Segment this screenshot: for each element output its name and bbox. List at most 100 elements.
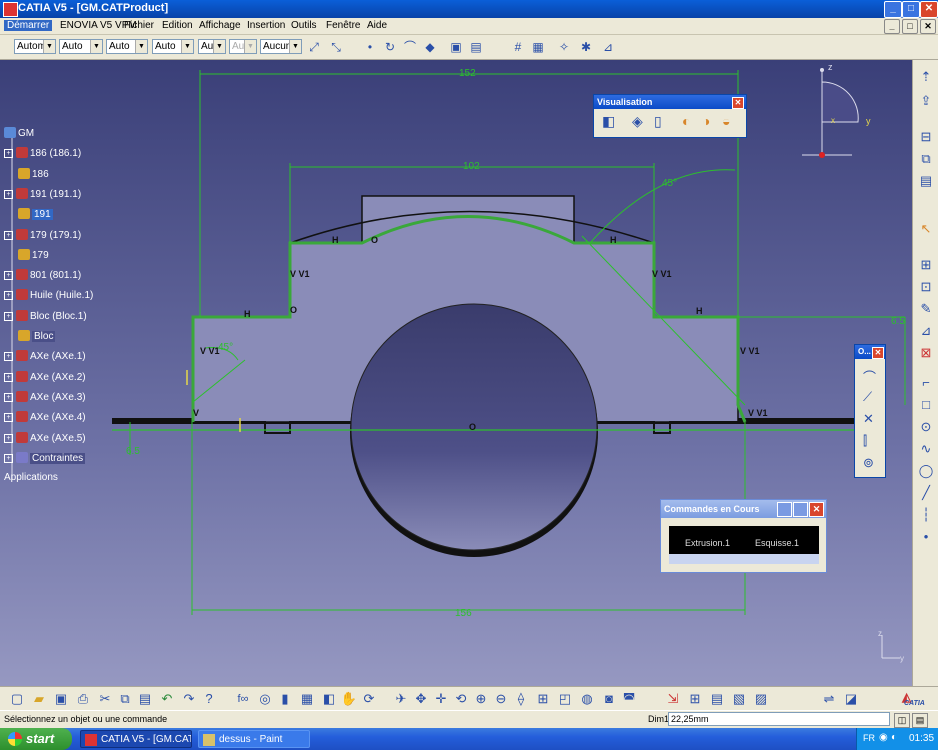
transparency-combo[interactable]: Auto ▼ [59, 39, 103, 54]
cut-icon[interactable]: ✂ [96, 690, 114, 708]
render-edges-icon[interactable]: ◑ [702, 113, 710, 129]
copy-icon[interactable]: ⧉ [116, 690, 134, 708]
tree-node[interactable]: + Bloc (Bloc.1) [4, 309, 87, 324]
expand-icon[interactable]: + [4, 433, 13, 443]
close-icon[interactable]: ✕ [732, 97, 744, 109]
rotate-view-icon[interactable]: ⟲ [452, 690, 470, 708]
3d-viewport[interactable]: 152 102 45° 45° 6.5 6.5 156 H H H H O O … [0, 60, 912, 710]
measure-icon[interactable]: ⇲ [664, 690, 682, 708]
menu-edition[interactable]: Edition [162, 20, 193, 31]
hide-show-icon[interactable]: ◙ [600, 690, 618, 708]
tree-node[interactable]: + Contraintes [4, 451, 86, 466]
command-item-extrusion[interactable]: Extrusion.1 [685, 538, 730, 548]
menu-insertion[interactable]: Insertion [247, 20, 285, 31]
expand-icon[interactable]: + [4, 453, 13, 463]
open-folder-icon[interactable]: ▰ [30, 690, 48, 708]
spline-curve-icon[interactable]: ∿ [917, 440, 935, 458]
tree-node[interactable]: +179 (179.1) [4, 228, 81, 243]
maximize-window-button[interactable]: □ [902, 1, 920, 18]
trim-icon[interactable]: ✕ [863, 411, 874, 427]
formula-icon[interactable]: f∞ [234, 690, 252, 708]
chamfer-icon[interactable]: ⟋ [863, 389, 872, 405]
menu-demarrer[interactable]: Démarrer [4, 20, 53, 31]
tool-icon[interactable]: ▮ [276, 690, 294, 708]
profile-icon[interactable]: ⊟ [917, 128, 935, 146]
point-icon[interactable]: • [362, 39, 378, 55]
select-arrow-icon[interactable]: ↖ [917, 220, 935, 238]
render-shading-icon[interactable]: ◐ [682, 113, 690, 129]
volume-icon[interactable]: ◐ [891, 732, 897, 743]
help-icon[interactable]: ? [200, 690, 218, 708]
tree-node[interactable]: +801 (801.1) [4, 269, 81, 283]
expand-icon[interactable]: + [4, 413, 13, 423]
tree-node[interactable]: + AXe (AXe.2) [4, 370, 86, 385]
view-mode-icon[interactable]: ◈ [632, 113, 643, 130]
task-paint[interactable]: dessus - Paint [198, 730, 310, 748]
scan-icon[interactable]: ▤ [708, 690, 726, 708]
eraser-icon[interactable]: ◆ [422, 39, 438, 55]
tree-node[interactable]: 191 [18, 208, 53, 222]
expand-icon[interactable]: + [4, 149, 13, 159]
operations-toolbar-header[interactable]: O... ✕ [855, 345, 885, 359]
zoom-out-icon[interactable]: ⊖ [492, 690, 510, 708]
close-icon[interactable]: ✕ [872, 347, 884, 359]
maximize-icon[interactable] [793, 502, 808, 517]
print-icon[interactable]: ⎙ [74, 690, 92, 708]
doc-minimize-button[interactable]: _ [884, 19, 900, 34]
analysis-icon[interactable]: ▧ [730, 690, 748, 708]
language-indicator[interactable]: FR [863, 733, 875, 743]
mirror-icon[interactable]: ⫿ [863, 433, 867, 449]
expand-icon[interactable]: + [4, 291, 13, 301]
menu-outils[interactable]: Outils [291, 20, 317, 31]
tree-node[interactable]: + AXe (AXe.5) [4, 431, 86, 446]
measure-inertia-icon[interactable]: ⊞ [686, 690, 704, 708]
move-icon[interactable]: ✛ [432, 690, 450, 708]
tree-node[interactable]: + Huile (Huile.1) [4, 289, 93, 303]
axis-icon[interactable]: ┆ [917, 506, 935, 524]
constraint-icon[interactable]: ⊿ [917, 322, 935, 340]
window-title-bar[interactable]: CATIA V5 - [GM.CATProduct] _ □ ✕ [0, 0, 938, 18]
tree-node[interactable]: +191 (191.1) [4, 187, 81, 202]
tree-node[interactable]: Bloc [18, 330, 56, 344]
comment-icon[interactable]: ◎ [256, 690, 274, 708]
table-icon[interactable]: ▦ [298, 690, 316, 708]
dock-icon[interactable]: ⇌ [820, 690, 838, 708]
minimize-icon[interactable] [777, 502, 792, 517]
zoom-in-icon[interactable]: ⊕ [472, 690, 490, 708]
construction-icon[interactable]: ✧ [556, 39, 572, 55]
properties-icon[interactable]: ⤡ [328, 39, 344, 55]
arc-icon[interactable]: ⌒ [402, 39, 418, 55]
tree-node[interactable]: + AXe (AXe.4) [4, 411, 86, 425]
expand-icon[interactable]: + [4, 189, 13, 199]
stop-icon[interactable]: ▤ [912, 713, 928, 728]
fit-all-icon[interactable]: ✈ [392, 690, 410, 708]
tree-node[interactable]: + AXe (AXe.3) [4, 390, 86, 405]
running-commands-header[interactable]: Commandes en Cours ✕ [661, 500, 826, 518]
corner-icon[interactable]: ⌒ [863, 367, 876, 386]
multi-view-icon[interactable]: ⊞ [534, 690, 552, 708]
close-window-button[interactable]: ✕ [920, 1, 938, 18]
redo-icon[interactable]: ↷ [180, 690, 198, 708]
cube-icon[interactable]: ▣ [448, 39, 464, 55]
network-icon[interactable]: ◉ [879, 732, 888, 743]
exit-workbench-icon[interactable]: ⇡ [917, 68, 935, 86]
shading-icon[interactable]: ◍ [578, 690, 596, 708]
swap-space-icon[interactable]: ◚ [620, 690, 638, 708]
minimize-window-button[interactable]: _ [884, 1, 902, 18]
cube-view-icon[interactable]: ▤ [468, 39, 484, 55]
spline-icon[interactable]: ↻ [382, 39, 398, 55]
undo-icon[interactable]: ↶ [158, 690, 176, 708]
ellipse-icon[interactable]: ◯ [917, 462, 935, 480]
normal-view-icon[interactable]: ⟠ [512, 690, 530, 708]
paste-icon[interactable]: ▤ [136, 690, 154, 708]
snap-grid-icon[interactable]: ▦ [530, 39, 546, 55]
menu-aide[interactable]: Aide [367, 20, 387, 31]
tag-icon[interactable]: ⊠ [917, 344, 935, 362]
tree-node[interactable]: Applications [4, 472, 58, 486]
line-icon[interactable]: ╱ [917, 484, 935, 502]
tree-node[interactable]: GM [4, 127, 34, 141]
polygon-icon[interactable]: ⊞ [917, 256, 935, 274]
visualisation-toolbar-header[interactable]: Visualisation ✕ [594, 95, 746, 109]
expand-icon[interactable]: + [4, 392, 13, 402]
command-list[interactable]: Extrusion.1 Esquisse.1 [669, 526, 819, 554]
